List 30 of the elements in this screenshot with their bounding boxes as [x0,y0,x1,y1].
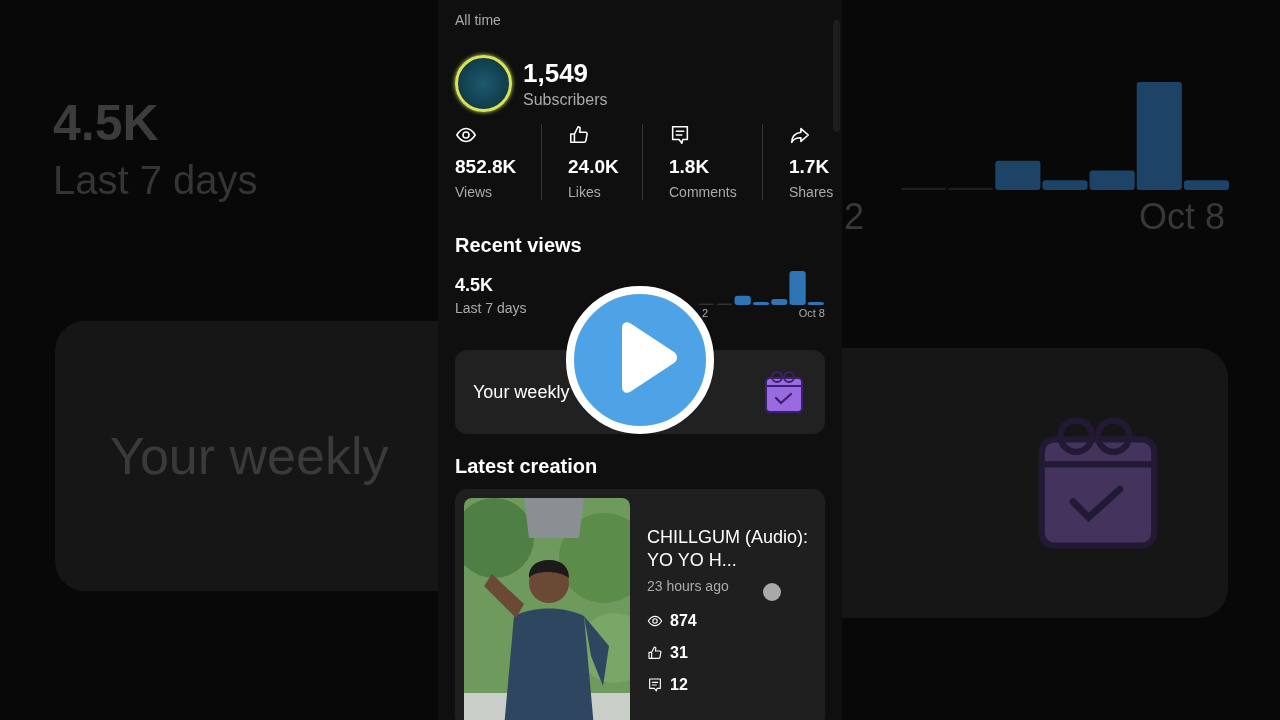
axis-label: Oct 8 [798,307,825,319]
stat-value: 1.8K [669,156,711,178]
eye-icon [647,613,663,629]
thumbs-up-icon [568,124,590,146]
stat-label: Views [455,184,494,200]
axis-label: 2 [702,307,709,319]
video-card[interactable]: CHILLGUM (Audio): YO YO H... 23 hours ago 874 31 12 [455,489,825,720]
thumbs-up-icon [647,645,663,661]
stat-label: Comments [669,184,738,200]
stat-value: 874 [670,612,697,630]
subscribers-label: Subscribers [523,91,608,109]
stat-value: 12 [670,676,688,694]
date-range-label: All time [455,11,502,28]
stat-value: 852.8K [455,156,518,178]
card-title: Your weekly [473,381,570,403]
video-title: CHILLGUM (Audio): YO YO H... [647,526,810,572]
upload-age: 23 hours ago [647,578,729,594]
stat-label: Shares [789,184,832,200]
comment-icon [669,124,691,146]
stat-value: 31 [670,644,688,662]
period-label: Last 7 days [455,300,527,316]
subscriber-count: 1,549 [523,58,590,89]
section-title: Latest creation [455,455,599,478]
views-value: 4.5K [455,275,495,296]
stat-value: 24.0K [568,156,620,178]
channel-avatar [455,55,512,112]
comment-icon [647,677,663,693]
stat-value: 1.7K [789,156,831,178]
stat-label: Likes [568,184,602,200]
section-title: Recent views [455,234,583,257]
